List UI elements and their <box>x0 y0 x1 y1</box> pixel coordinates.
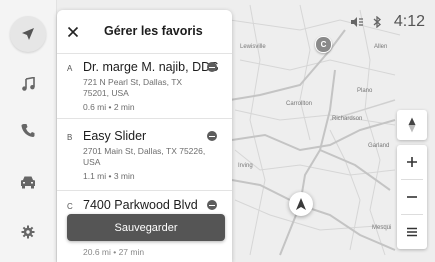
favorite-c-map-pin[interactable]: C <box>315 36 332 53</box>
divider <box>57 190 232 191</box>
phone-button[interactable] <box>10 112 46 148</box>
navigation-screen: Lewisville Allen Plano Carrollton Richar… <box>0 0 435 262</box>
pin-letter: C <box>320 40 327 49</box>
minus-circle-icon[interactable] <box>207 131 217 141</box>
settings-button[interactable] <box>10 214 46 250</box>
navigation-arrow-icon <box>22 28 34 40</box>
bluetooth-icon <box>373 16 381 28</box>
audio-button[interactable] <box>10 66 46 102</box>
location-arrow-icon <box>296 198 306 210</box>
panel-header: Gérer les favoris <box>57 10 232 54</box>
divider <box>57 118 232 119</box>
city-label: Richardson <box>332 116 363 122</box>
compass-icon <box>408 117 416 133</box>
favorite-address: 721 N Pearl St, Dallas, TX 75201, USA <box>83 77 183 98</box>
city-label: Garland <box>368 143 390 149</box>
favorite-letter: C <box>67 202 73 211</box>
favorite-name: Dr. marge M. najib, DDS <box>83 60 219 74</box>
minus-circle-icon[interactable] <box>207 62 217 72</box>
city-label: Irving <box>238 163 253 169</box>
clock: 4:12 <box>393 13 425 30</box>
favorite-distance-time: 20.6 mi • 27 min <box>83 247 145 257</box>
favorite-letter: A <box>67 64 73 73</box>
menu-icon <box>407 227 417 237</box>
zoom-controls <box>397 145 427 249</box>
favorite-distance-time: 0.6 mi • 2 min <box>83 102 135 112</box>
status-bar: 4:12 <box>350 12 425 32</box>
favorite-item[interactable]: A Dr. marge M. najib, DDS 721 N Pearl St… <box>57 60 232 118</box>
minus-icon <box>407 196 417 198</box>
favorite-distance-time: 1.1 mi • 3 min <box>83 171 135 181</box>
save-button[interactable]: Sauvegarder <box>67 214 225 241</box>
favorite-name: Easy Slider <box>83 129 147 143</box>
compass-button[interactable] <box>397 110 427 140</box>
car-icon <box>21 176 35 189</box>
panel-title: Gérer les favoris <box>104 24 203 38</box>
city-label: Mesqui <box>372 225 392 231</box>
favorite-name: 7400 Parkwood Blvd <box>83 198 198 212</box>
city-label: Carrollton <box>286 101 313 107</box>
minus-circle-icon[interactable] <box>207 200 217 210</box>
current-location-marker <box>289 192 313 216</box>
city-label: Plano <box>357 88 373 94</box>
gear-icon <box>21 225 35 239</box>
vehicle-button[interactable] <box>10 164 46 200</box>
side-menu <box>0 0 57 262</box>
music-note-icon <box>22 77 35 91</box>
plus-icon <box>407 157 417 167</box>
map-menu-button[interactable] <box>397 215 427 249</box>
city-label: Lewisville <box>240 44 266 50</box>
manage-favorites-panel: Gérer les favoris A Dr. marge M. najib, … <box>57 10 232 262</box>
zoom-in-button[interactable] <box>397 145 427 179</box>
zoom-out-button[interactable] <box>397 180 427 214</box>
close-icon[interactable] <box>67 26 79 38</box>
navigation-button[interactable] <box>10 16 46 52</box>
favorite-letter: B <box>67 133 73 142</box>
phone-icon <box>21 124 35 137</box>
favorite-item[interactable]: B Easy Slider 2701 Main St, Dallas, TX 7… <box>57 129 232 189</box>
favorite-address: 2701 Main St, Dallas, TX 75226, USA <box>83 146 206 167</box>
mute-icon <box>350 17 363 27</box>
city-label: Allen <box>374 44 388 50</box>
